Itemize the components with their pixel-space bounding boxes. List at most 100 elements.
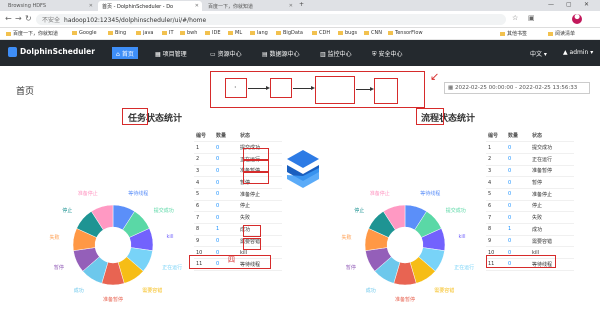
bookmark-item[interactable]: TensorFlow bbox=[388, 30, 423, 36]
pie-label: 提交成功 bbox=[445, 207, 466, 214]
row-count: 0 bbox=[216, 191, 220, 198]
bookmark-item[interactable]: IT bbox=[162, 30, 174, 36]
table-row: 5 0 准备停止 bbox=[194, 188, 282, 201]
annotation-flow-step bbox=[374, 78, 398, 104]
pie-label: 等待线程 bbox=[420, 191, 441, 198]
star-icon[interactable]: ☆ bbox=[512, 14, 518, 22]
row-index: 2 bbox=[196, 156, 200, 163]
row-count: 0 bbox=[508, 179, 512, 186]
column-header: 编号 bbox=[196, 133, 207, 140]
bookmark-item[interactable]: bwh bbox=[180, 30, 197, 36]
row-count: 0 bbox=[508, 202, 512, 209]
bookmark-item[interactable]: ML bbox=[228, 30, 242, 36]
tab-title: 首页 - DolphinScheduler - Do bbox=[102, 4, 174, 10]
row-index: 6 bbox=[488, 202, 492, 209]
annotation-highlight bbox=[416, 108, 444, 125]
annotation-arrow bbox=[293, 86, 315, 90]
language-select[interactable]: 中文 ▾ bbox=[530, 49, 547, 58]
row-status: 停止 bbox=[240, 203, 251, 210]
bookmark-item[interactable]: Bing bbox=[108, 30, 126, 36]
task-status-donut[interactable] bbox=[68, 200, 158, 290]
tab-dolphinscheduler[interactable]: 首页 - DolphinScheduler - Do ✕ bbox=[98, 1, 202, 11]
row-index: 4 bbox=[488, 179, 492, 186]
table-row: 9 0 需要容错 bbox=[194, 235, 282, 247]
back-icon[interactable]: ← bbox=[5, 14, 12, 23]
bookmark-item[interactable]: java bbox=[136, 30, 153, 36]
table-row: 3 0 准备暂停 bbox=[486, 165, 574, 177]
row-count: 0 bbox=[216, 167, 220, 174]
row-status: 失败 bbox=[532, 215, 543, 222]
extension-icon[interactable]: ▣ bbox=[528, 14, 535, 22]
annotation-highlight bbox=[243, 225, 261, 237]
row-index: 4 bbox=[196, 179, 200, 186]
pie-label: 暂停 bbox=[53, 265, 64, 272]
row-index: 9 bbox=[488, 238, 492, 245]
new-tab-button[interactable]: + bbox=[299, 1, 304, 8]
row-count: 0 bbox=[216, 144, 220, 151]
bookmark-item[interactable]: 百度一下，你就知道 bbox=[6, 30, 58, 37]
table-row: 7 0 失败 bbox=[194, 212, 282, 224]
close-icon[interactable]: ✕ bbox=[89, 3, 93, 9]
forward-icon[interactable]: → bbox=[15, 14, 22, 23]
bookmark-item[interactable]: Google bbox=[72, 30, 97, 36]
pie-label: 失败 bbox=[341, 235, 352, 242]
row-index: 8 bbox=[488, 226, 492, 233]
shield-icon: ⛨ bbox=[372, 51, 377, 58]
minimize-button[interactable]: — bbox=[548, 1, 554, 8]
row-index: 7 bbox=[488, 214, 492, 221]
process-status-table: 编号 数量 状态 1 0 提交成功 2 0 正在运行 3 0 准备暂停 4 0 暂停 5 0 准备停止 6 0 停… bbox=[486, 130, 574, 271]
app-logo[interactable]: DolphinScheduler bbox=[8, 47, 95, 57]
pie-label: 准备停止 bbox=[77, 191, 98, 198]
bookmark-item[interactable]: CDH bbox=[312, 30, 330, 36]
row-index: 8 bbox=[196, 226, 200, 233]
resource-icon: ▭ bbox=[210, 51, 216, 58]
pie-label: 成功 bbox=[365, 288, 376, 295]
menu-label: 安全中心 bbox=[378, 51, 403, 58]
row-status: 暂停 bbox=[532, 180, 543, 187]
row-status: 需要容错 bbox=[532, 238, 553, 245]
maximize-button[interactable]: ▢ bbox=[566, 1, 572, 8]
bookmark-item[interactable]: 阅读清单 bbox=[548, 30, 575, 37]
tab-browsing-hdfs[interactable]: Browsing HDFS ✕ bbox=[4, 1, 96, 11]
bookmark-item[interactable]: BigData bbox=[276, 30, 303, 36]
pie-label: kill bbox=[166, 234, 174, 241]
bookmark-item[interactable]: bugs bbox=[338, 30, 357, 36]
date-range-picker[interactable]: ▦ 2022-02-25 00:00:00 - 2022-02-25 13:56… bbox=[444, 82, 590, 94]
pie-label: 准备暂停 bbox=[395, 297, 416, 303]
process-status-donut[interactable] bbox=[360, 200, 450, 290]
bookmark-item[interactable]: lang bbox=[250, 30, 268, 36]
bookmark-item[interactable]: 其他书签 bbox=[500, 30, 527, 37]
dolphin-logo-icon bbox=[8, 47, 17, 57]
menu-monitor[interactable]: ▥ 监控中心 bbox=[320, 49, 352, 58]
close-icon[interactable]: ✕ bbox=[195, 3, 199, 9]
table-header-row: 编号 数量 状态 bbox=[486, 130, 574, 142]
menu-datasource[interactable]: ▤ 数据源中心 bbox=[262, 49, 300, 58]
menu-security[interactable]: ⛨ 安全中心 bbox=[372, 49, 403, 59]
tab-title: 百度一下，你就知道 bbox=[208, 4, 254, 10]
menu-label: 监控中心 bbox=[327, 51, 352, 58]
row-status: 提交成功 bbox=[532, 145, 553, 152]
reload-icon[interactable]: ↻ bbox=[25, 14, 32, 23]
tab-baidu[interactable]: 百度一下，你就知道 ✕ bbox=[204, 1, 296, 11]
bookmark-item[interactable]: CNN bbox=[364, 30, 382, 36]
pie-label: 正在运行 bbox=[454, 265, 475, 272]
menu-project[interactable]: ▦ 项目管理 bbox=[155, 49, 187, 58]
user-menu[interactable]: ▲ admin ▾ bbox=[563, 49, 593, 56]
pie-label: 提交成功 bbox=[153, 207, 174, 214]
menu-home[interactable]: ⌂ 首页 bbox=[112, 47, 138, 59]
date-range-text: 2022-02-25 00:00:00 - 2022-02-25 13:56:3… bbox=[454, 85, 578, 91]
close-window-button[interactable]: ✕ bbox=[584, 1, 589, 8]
annotation-flow-step bbox=[315, 76, 355, 104]
row-count: 0 bbox=[508, 214, 512, 221]
url-input[interactable]: 不安全 hadoop102:12345/dolphinscheduler/ui/#… bbox=[36, 14, 506, 25]
close-icon[interactable]: ✕ bbox=[289, 3, 293, 9]
column-header: 编号 bbox=[488, 133, 499, 140]
row-index: 6 bbox=[196, 202, 200, 209]
profile-avatar[interactable]: ⬤ bbox=[572, 14, 582, 24]
row-status: 准备暂停 bbox=[532, 168, 553, 175]
menu-label: 数据源中心 bbox=[269, 51, 300, 58]
row-index: 9 bbox=[196, 238, 200, 245]
menu-resource[interactable]: ▭ 资源中心 bbox=[210, 49, 242, 58]
row-status: 准备停止 bbox=[532, 191, 553, 198]
bookmark-item[interactable]: IDE bbox=[205, 30, 220, 36]
